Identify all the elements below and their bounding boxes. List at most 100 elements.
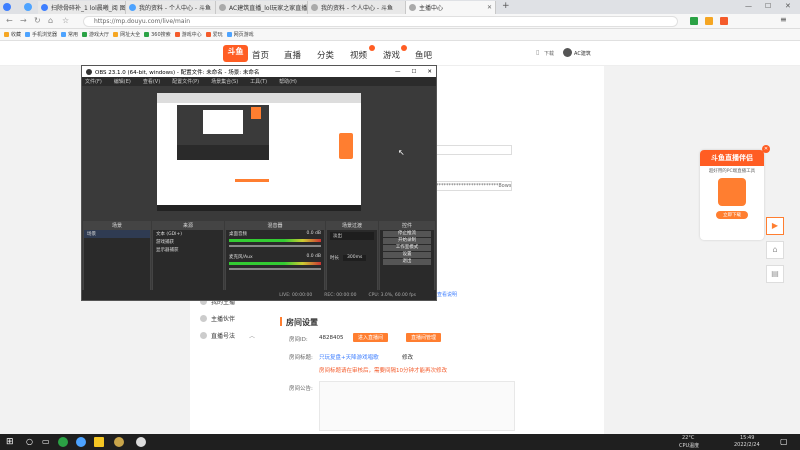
duration-input[interactable]: 300ms (343, 255, 367, 261)
screenshot-icon[interactable]: ▤ (766, 265, 784, 283)
browser-tab[interactable]: 扫除骨碎补_1 lol晨曦_阅 图绘 (38, 1, 126, 14)
game-task-icon[interactable] (114, 437, 124, 447)
promo-download-button[interactable]: 立即下载 (716, 211, 748, 219)
download-link[interactable]: 下载 (544, 50, 554, 57)
bookmark-item[interactable]: 爱玩 (205, 31, 223, 38)
notification-icon[interactable]: ▢ (780, 437, 788, 446)
forward-icon[interactable]: → (20, 16, 27, 25)
manage-room-button[interactable]: 直播间管理 (406, 333, 442, 342)
close-tab-icon[interactable]: ✕ (487, 4, 492, 11)
room-notice-textarea[interactable] (319, 381, 515, 431)
browser-tab[interactable]: 我的资料 - 个人中心 - 斗鱼 (126, 1, 216, 14)
stop-streaming-button[interactable]: 停止推流 (383, 231, 431, 237)
obs-maximize-icon[interactable]: ☐ (411, 69, 416, 75)
explorer-task-icon[interactable] (94, 437, 104, 447)
source-item[interactable]: 显示器捕获 (153, 246, 223, 254)
maximize-icon[interactable]: ☐ (765, 2, 771, 10)
play-icon[interactable]: ▶ (766, 217, 784, 235)
menu-icon[interactable]: ≡ (780, 15, 787, 24)
volume-slider[interactable] (229, 268, 321, 270)
browser-icon[interactable] (3, 3, 11, 11)
obs-menu-file[interactable]: 文件(F) (85, 78, 102, 85)
reload-icon[interactable]: ↻ (34, 16, 41, 25)
bookmark-label: 爱玩 (212, 32, 223, 38)
bookmark-item[interactable]: 收藏 (4, 31, 21, 38)
nav-video[interactable]: 视频 (350, 49, 367, 61)
phone-icon[interactable]: ▯ (536, 49, 539, 56)
obs-menu-tools[interactable]: 工具(T) (250, 78, 267, 85)
bookmark-item[interactable]: 游戏中心 (174, 31, 202, 38)
obs-menu-edit[interactable]: 编辑(E) (114, 78, 131, 85)
nav-live[interactable]: 直播 (284, 49, 301, 61)
windows-start-icon[interactable]: ⊞ (6, 437, 14, 447)
transition-select[interactable]: 淡出 (330, 232, 374, 240)
close-promo-icon[interactable]: ✕ (762, 145, 770, 153)
new-tab-icon[interactable]: + (502, 1, 510, 11)
obs-menu-view[interactable]: 查看(V) (143, 78, 160, 85)
browser-tab[interactable]: AC建筑直播_lol玩家之家直播 (216, 1, 308, 14)
obs-menu-profile[interactable]: 配置文件(P) (172, 78, 199, 85)
url-input[interactable]: https://mp.douyu.com/live/main (83, 16, 678, 27)
sidebar-item-partner[interactable]: 主播伙伴 (200, 314, 235, 323)
douyu-logo[interactable]: 斗鱼 (223, 45, 248, 62)
task-view-icon[interactable]: ▭ (42, 437, 50, 446)
source-item[interactable]: 文本 (GDI+) (153, 230, 223, 238)
server-url-input[interactable] (435, 145, 512, 155)
extension-icon[interactable] (720, 17, 728, 25)
mixer-track: 麦克风/Aux 0.0 dB (226, 253, 324, 261)
home-side-icon[interactable]: ⌂ (766, 241, 784, 259)
nav-home[interactable]: 首页 (252, 49, 269, 61)
edit-title-link[interactable]: 修改 (402, 353, 413, 361)
controls-title: 控件 (380, 222, 434, 230)
obs-close-icon[interactable]: ✕ (427, 69, 432, 75)
obs-menu-scene-collection[interactable]: 场景集合(S) (211, 78, 238, 85)
obs-task-icon[interactable] (136, 437, 146, 447)
clock-date[interactable]: 2022/2/24 (734, 442, 760, 448)
promo-card[interactable]: 斗鱼直播伴侣 超好用的PC端直播工具 立即下载 (700, 150, 764, 240)
start-recording-button[interactable]: 开始录制 (383, 238, 431, 244)
username[interactable]: AC建筑 (574, 50, 591, 57)
stream-key-input[interactable]: *************************8owsTir (435, 181, 512, 191)
obs-window[interactable]: OBS 23.1.0 (64-bit, windows) - 配置文件: 未命名… (81, 65, 437, 301)
obs-menu-help[interactable]: 帮助(H) (279, 78, 297, 85)
avatar[interactable] (563, 48, 572, 57)
bookmark-item[interactable]: 手机浏览器 (25, 31, 57, 38)
clock-time[interactable]: 15:49 (740, 435, 754, 441)
home-icon[interactable]: ⌂ (48, 16, 53, 25)
obs-preview[interactable] (157, 93, 361, 211)
enter-room-button[interactable]: 进入直播间 (353, 333, 389, 342)
nav-yuba[interactable]: 鱼吧 (415, 49, 432, 61)
bookmark-item[interactable]: 网页游戏 (226, 31, 254, 38)
obs-titlebar[interactable]: OBS 23.1.0 (64-bit, windows) - 配置文件: 未命名… (82, 66, 436, 77)
app-task-icon[interactable] (76, 437, 86, 447)
extension-icon[interactable] (690, 17, 698, 25)
browser-tab[interactable]: 我的资料 - 个人中心 - 斗鱼 (308, 1, 406, 14)
source-item[interactable]: 游戏捕获 (153, 238, 223, 246)
web-icon (113, 32, 119, 37)
bookmark-item[interactable]: 360搜索 (144, 31, 171, 38)
obs-minimize-icon[interactable]: — (395, 69, 401, 75)
back-icon[interactable]: ← (6, 16, 13, 25)
browser-task-icon[interactable] (58, 437, 68, 447)
browser-icon-2[interactable] (24, 3, 32, 11)
minimize-icon[interactable]: — (745, 2, 752, 10)
promo-title: 斗鱼直播伴侣 (700, 150, 764, 166)
help-link[interactable]: 查看说明 (437, 291, 457, 298)
search-icon[interactable]: ○ (26, 437, 33, 446)
bookmark-item[interactable]: 常用 (61, 31, 78, 38)
exit-button[interactable]: 退出 (383, 259, 431, 265)
close-icon[interactable]: ✕ (785, 2, 791, 10)
volume-slider[interactable] (229, 245, 321, 247)
bookmark-item[interactable]: 网址大全 (113, 31, 140, 38)
scene-item[interactable]: 场景 (84, 230, 150, 238)
settings-button[interactable]: 设置 (383, 252, 431, 258)
nav-category[interactable]: 分类 (317, 49, 334, 61)
extension-icon[interactable] (705, 17, 713, 25)
browser-tab-active[interactable]: 主播中心 ✕ (406, 1, 496, 14)
nav-game[interactable]: 游戏 (383, 49, 400, 61)
app-icon (718, 178, 746, 206)
studio-mode-button[interactable]: 工作室模式 (383, 245, 431, 251)
bookmark-star-icon[interactable]: ☆ (62, 16, 69, 25)
sidebar-item-law[interactable]: 直播号法 ︿ (200, 331, 255, 340)
bookmark-item[interactable]: 游戏大厅 (82, 31, 109, 38)
